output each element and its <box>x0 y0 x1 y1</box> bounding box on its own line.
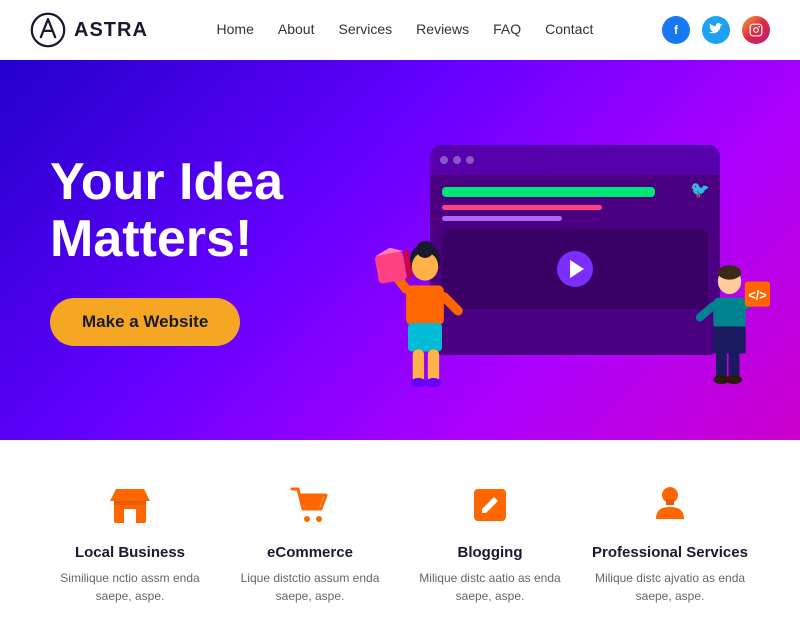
browser-bar <box>430 145 720 175</box>
instagram-icon[interactable] <box>742 16 770 44</box>
person-icon <box>645 480 695 530</box>
nav-faq[interactable]: FAQ <box>493 21 521 37</box>
nav-home[interactable]: Home <box>217 21 254 37</box>
nav-links: Home About Services Reviews FAQ Contact <box>217 21 594 39</box>
feature-professional: Professional Services Milique distc ajva… <box>580 480 760 605</box>
play-area <box>442 229 708 309</box>
nav-reviews[interactable]: Reviews <box>416 21 469 37</box>
feature-blogging-title: Blogging <box>410 544 570 561</box>
hero-illustration: 🐦 <box>400 110 750 390</box>
feature-ecommerce-title: eCommerce <box>230 544 390 561</box>
feature-blogging: Blogging Milique distc aatio as enda sae… <box>400 480 580 605</box>
feature-local-business-title: Local Business <box>50 544 210 561</box>
feature-professional-title: Professional Services <box>590 544 750 561</box>
nav-contact[interactable]: Contact <box>545 21 593 37</box>
play-button[interactable] <box>557 251 593 287</box>
pink-line <box>442 205 602 210</box>
feature-local-business: Local Business Similique nctio assm enda… <box>40 480 220 605</box>
logo[interactable]: ASTRA <box>30 12 148 48</box>
cart-icon <box>285 480 335 530</box>
cta-button[interactable]: Make a Website <box>50 298 240 346</box>
figure-man: </> <box>680 265 770 405</box>
svg-text:</>: </> <box>748 288 766 302</box>
twitter-icon[interactable] <box>702 16 730 44</box>
browser-dot-2 <box>453 156 461 164</box>
feature-ecommerce: eCommerce Lique distctio assum enda saep… <box>220 480 400 605</box>
nav-about[interactable]: About <box>278 21 315 37</box>
hero-section: Your Idea Matters! Make a Website 🐦 <box>0 60 800 440</box>
features-section: Local Business Similique nctio assm enda… <box>0 440 800 635</box>
social-links: f <box>662 16 770 44</box>
pencil-icon <box>465 480 515 530</box>
hero-title: Your Idea Matters! <box>50 154 400 268</box>
purple-line <box>442 216 562 221</box>
logo-icon <box>30 12 66 48</box>
twitter-bird-icon: 🐦 <box>690 180 710 200</box>
brand-name: ASTRA <box>74 19 148 42</box>
nav-services[interactable]: Services <box>338 21 392 37</box>
hero-content: Your Idea Matters! Make a Website <box>50 154 400 346</box>
facebook-icon[interactable]: f <box>662 16 690 44</box>
browser-dot <box>440 156 448 164</box>
store-icon <box>105 480 155 530</box>
browser-dot-3 <box>466 156 474 164</box>
green-bar <box>442 187 655 197</box>
navbar: ASTRA Home About Services Reviews FAQ Co… <box>0 0 800 60</box>
